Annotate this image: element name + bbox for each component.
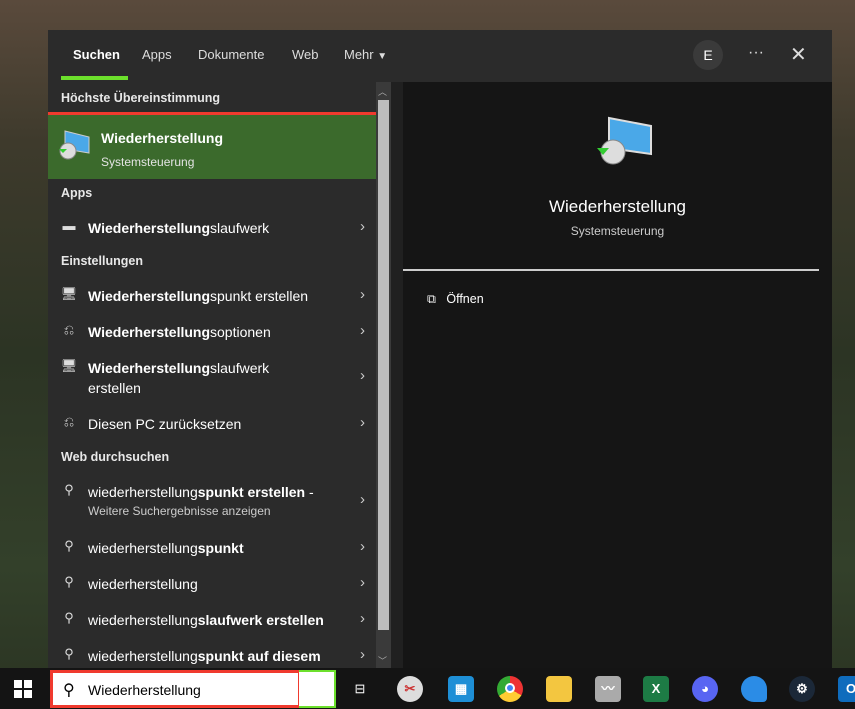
best-match-title: Wiederherstellung: [101, 130, 224, 146]
result-bold: Wiederherstellung: [88, 288, 211, 304]
outlook-icon[interactable]: O: [838, 676, 855, 702]
result-rest: spunkt erstellen: [210, 288, 309, 304]
chevron-right-icon[interactable]: ›: [360, 610, 365, 627]
windows-start-icon[interactable]: [14, 680, 32, 698]
result-bold: spunkt: [197, 540, 244, 556]
best-match-subtitle: Systemsteuerung: [101, 155, 195, 169]
taskbar-search-input[interactable]: ⚲ Wiederherstellung: [50, 670, 301, 708]
caret-down-icon: ▼: [377, 51, 388, 62]
result-plain: wiederherstellung: [88, 612, 198, 628]
chevron-right-icon[interactable]: ›: [360, 574, 365, 591]
taskbar: ⚲ Wiederherstellung ⊟ ✂ ▦ 〰 X ◕ ⚙ O: [0, 668, 855, 709]
tab-dokumente[interactable]: Dokumente: [198, 47, 264, 62]
divider: [403, 269, 819, 271]
snipping-tool-icon[interactable]: ✂: [397, 676, 423, 702]
more-options-icon[interactable]: ···: [748, 44, 764, 62]
result-plain: wiederherstellung: [88, 484, 198, 500]
blue-app-icon[interactable]: [741, 676, 767, 702]
result-sub: Weitere Suchergebnisse anzeigen: [88, 504, 271, 518]
result-bold: Wiederherstellung: [88, 324, 211, 340]
drive-icon: ▬: [62, 218, 76, 233]
results-list: Höchste Übereinstimmung Wiederherstellun…: [48, 82, 376, 668]
open-icon: ⧉: [427, 292, 436, 306]
search-box-extension[interactable]: [299, 670, 336, 708]
tab-web[interactable]: Web: [292, 47, 319, 62]
result-plain: wiederherstellung: [88, 648, 198, 664]
close-icon[interactable]: ✕: [790, 42, 807, 67]
chevron-right-icon[interactable]: ›: [360, 538, 365, 555]
tab-bar: Suchen Apps Dokumente Web Mehr ▼ E ··· ✕: [48, 30, 832, 82]
task-view-icon[interactable]: ⊟: [347, 676, 373, 702]
search-value: Wiederherstellung: [88, 682, 201, 698]
chevron-right-icon[interactable]: ›: [360, 286, 365, 303]
result-bold: slaufwerk erstellen: [197, 612, 324, 628]
discord-icon[interactable]: ◕: [692, 676, 718, 702]
scrollbar[interactable]: ︿ ﹀: [376, 82, 391, 668]
chevron-right-icon[interactable]: ›: [360, 367, 365, 384]
search-icon: ⚲: [64, 610, 74, 625]
scrollbar-thumb[interactable]: [378, 100, 389, 630]
monitor-icon: 🖥: [60, 358, 78, 373]
chevron-right-icon[interactable]: ›: [360, 491, 365, 508]
tab-mehr-label: Mehr: [344, 47, 374, 62]
preview-pane: Wiederherstellung Systemsteuerung ⧉ Öffn…: [403, 82, 832, 668]
search-icon: ⚲: [64, 574, 74, 589]
scroll-up-icon[interactable]: ︿: [378, 85, 387, 98]
active-tab-indicator: [61, 76, 128, 80]
open-label: Öffnen: [446, 292, 484, 306]
section-settings: Einstellungen: [61, 254, 143, 268]
search-icon: ⚲: [64, 482, 74, 497]
search-panel: Suchen Apps Dokumente Web Mehr ▼ E ··· ✕…: [48, 30, 832, 668]
avatar[interactable]: E: [693, 40, 723, 70]
search-icon: ⚲: [64, 538, 74, 553]
result-tail: -: [305, 484, 314, 500]
open-action[interactable]: ⧉ Öffnen: [427, 292, 484, 307]
file-explorer-icon[interactable]: [546, 676, 572, 702]
chevron-right-icon[interactable]: ›: [360, 414, 365, 431]
store-app-icon[interactable]: ▦: [448, 676, 474, 702]
chevron-right-icon[interactable]: ›: [360, 322, 365, 339]
excel-icon[interactable]: X: [643, 676, 669, 702]
scroll-down-icon[interactable]: ﹀: [378, 654, 387, 667]
chrome-icon[interactable]: [497, 676, 523, 702]
performance-monitor-icon[interactable]: 〰: [595, 676, 621, 702]
result-bold: spunkt erstellen: [197, 484, 306, 500]
search-icon: ⚲: [64, 646, 74, 661]
monitor-icon: 🖥: [60, 286, 78, 301]
preview-title: Wiederherstellung: [548, 197, 686, 216]
search-icon: ⚲: [63, 682, 75, 699]
result-rest: soptionen: [210, 324, 271, 340]
result-bold: Wiederherstellung: [88, 360, 211, 376]
steam-icon[interactable]: ⚙: [789, 676, 815, 702]
result-rest: slaufwerk: [210, 220, 270, 236]
section-web: Web durchsuchen: [61, 450, 170, 464]
tab-apps[interactable]: Apps: [142, 47, 172, 62]
result-plain: wiederherstellung: [88, 576, 198, 592]
preview-subtitle: Systemsteuerung: [570, 224, 665, 238]
reset-icon: ⎌: [63, 322, 75, 337]
tab-mehr[interactable]: Mehr ▼: [344, 47, 387, 62]
result-rest: Diesen PC zurücksetzen: [88, 416, 242, 432]
best-match-item[interactable]: Wiederherstellung Systemsteuerung: [48, 112, 376, 179]
section-best-match: Höchste Übereinstimmung: [61, 91, 221, 105]
section-apps: Apps: [61, 186, 93, 200]
reset-icon: ⎌: [63, 414, 75, 429]
chevron-right-icon[interactable]: ›: [360, 218, 365, 235]
result-plain: wiederherstellung: [88, 540, 198, 556]
tab-suchen[interactable]: Suchen: [73, 47, 120, 62]
recovery-icon: [597, 116, 652, 165]
chevron-right-icon[interactable]: ›: [360, 646, 365, 663]
recovery-icon: [59, 130, 90, 160]
result-bold: spunkt auf diesem: [197, 648, 321, 664]
result-bold: Wiederherstellung: [88, 220, 211, 236]
